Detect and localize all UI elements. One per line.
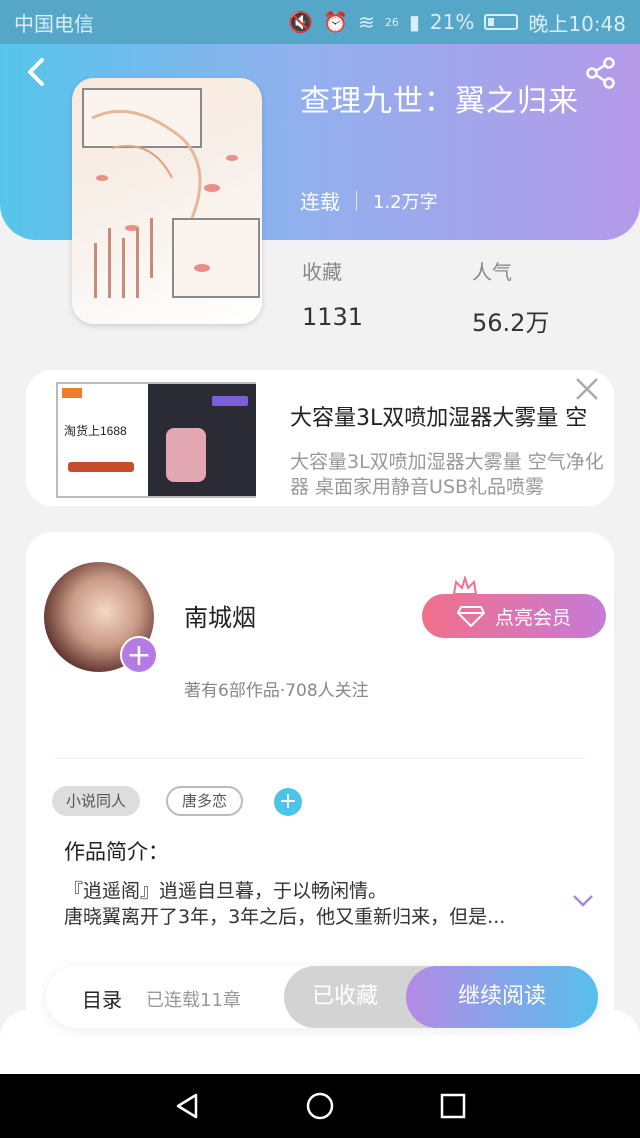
favorites-label: 收藏	[302, 260, 342, 284]
book-status: 连载	[300, 190, 340, 214]
tag-chip[interactable]: 小说同人	[52, 786, 141, 816]
divider	[54, 758, 586, 759]
ad-card[interactable]: 淘货上1688 大容量3L双喷加湿器大雾量 空 大容量3L双喷加湿器大雾量 空气…	[26, 370, 614, 506]
navigation-bar	[0, 1074, 640, 1138]
favorites-stat: 收藏 1131	[302, 256, 363, 331]
plus-icon: +	[278, 789, 298, 814]
battery-icon	[484, 14, 519, 30]
toc-button[interactable]: 目录	[82, 984, 122, 1013]
favorites-value: 1131	[302, 303, 364, 331]
ad-image-left: 淘货上1688	[58, 384, 148, 496]
intro-label: 作品简介：	[64, 840, 169, 864]
book-title: 查理九世：翼之归来	[300, 84, 579, 119]
clock: 晚上10:48	[528, 11, 626, 36]
author-info: 著有6部作品·708人关注	[184, 681, 369, 701]
ad-title[interactable]: 大容量3L双喷加湿器大雾量 空	[290, 400, 614, 432]
ad-shop-button	[68, 462, 134, 472]
carrier-label: 中国电信	[14, 11, 94, 36]
author-name[interactable]: 南城烟	[184, 598, 256, 633]
vip-button[interactable]: 点亮会员	[422, 594, 606, 638]
crown-icon	[452, 576, 478, 595]
network-label: 26	[384, 15, 399, 29]
continue-reading-button[interactable]: 继续阅读	[406, 966, 598, 1028]
popularity-value: 56.2万	[472, 309, 550, 337]
ad-logo	[62, 388, 82, 398]
chevron-down-icon[interactable]	[572, 894, 594, 908]
popularity-label: 人气	[472, 260, 512, 284]
battery-percent: 21%	[429, 10, 475, 34]
status-icons: 🔇 ⏰ ≋ 26 ▮ 21% 晚上10:48	[288, 8, 626, 37]
intro-text[interactable]: 『逍遥阁』逍遥自旦暮，于以畅闲情。 唐晓翼离开了3年，3年之后，他又重新归来，但…	[64, 878, 584, 930]
diamond-icon	[456, 606, 485, 627]
ad-image-caption: 淘货上1688	[64, 424, 127, 438]
intro-text-line: 唐晓翼离开了3年，3年之后，他又重新归来，但是...	[64, 906, 506, 928]
cover-illustration	[91, 109, 238, 298]
meta-separator	[356, 190, 357, 211]
chapter-count: 已连载11章	[146, 990, 241, 1011]
humidifier-illustration	[166, 428, 206, 482]
popularity-stat: 人气 56.2万	[472, 256, 549, 338]
add-tag-button[interactable]: +	[274, 788, 302, 816]
ad-image-product	[148, 384, 256, 496]
wifi-icon: ≋	[358, 10, 375, 34]
nav-recents-icon[interactable]	[438, 1091, 468, 1121]
signal-icon: ▮	[408, 10, 420, 34]
back-button[interactable]	[20, 54, 56, 90]
word-count: 1.2万字	[373, 191, 438, 213]
tag-chip[interactable]: 唐多恋	[166, 786, 244, 816]
mute-icon: 🔇	[288, 10, 314, 34]
vip-button-label: 点亮会员	[494, 606, 571, 629]
intro-text-line: 『逍遥阁』逍遥自旦暮，于以畅闲情。	[64, 880, 388, 902]
book-cover[interactable]	[72, 78, 262, 324]
ad-image: 淘货上1688	[56, 382, 256, 498]
ad-badge	[212, 396, 248, 406]
ad-close-button[interactable]	[572, 376, 602, 406]
status-bar: 中国电信 🔇 ⏰ ≋ 26 ▮ 21% 晚上10:48	[0, 0, 640, 44]
ad-description: 大容量3L双喷加湿器大雾量 空气净化器 桌面家用静音USB礼品喷雾	[290, 451, 604, 498]
follow-author-button[interactable]: +	[120, 636, 158, 674]
plus-icon: +	[126, 638, 152, 673]
nav-back-icon[interactable]	[172, 1091, 202, 1121]
nav-home-icon[interactable]	[305, 1091, 335, 1121]
alarm-icon: ⏰	[323, 10, 349, 34]
close-icon	[576, 378, 598, 400]
bottom-action-bar: 目录 已连载11章 已收藏 继续阅读	[46, 966, 598, 1028]
back-arrow-icon	[28, 58, 44, 86]
book-meta: 连载 1.2万字	[300, 186, 438, 215]
